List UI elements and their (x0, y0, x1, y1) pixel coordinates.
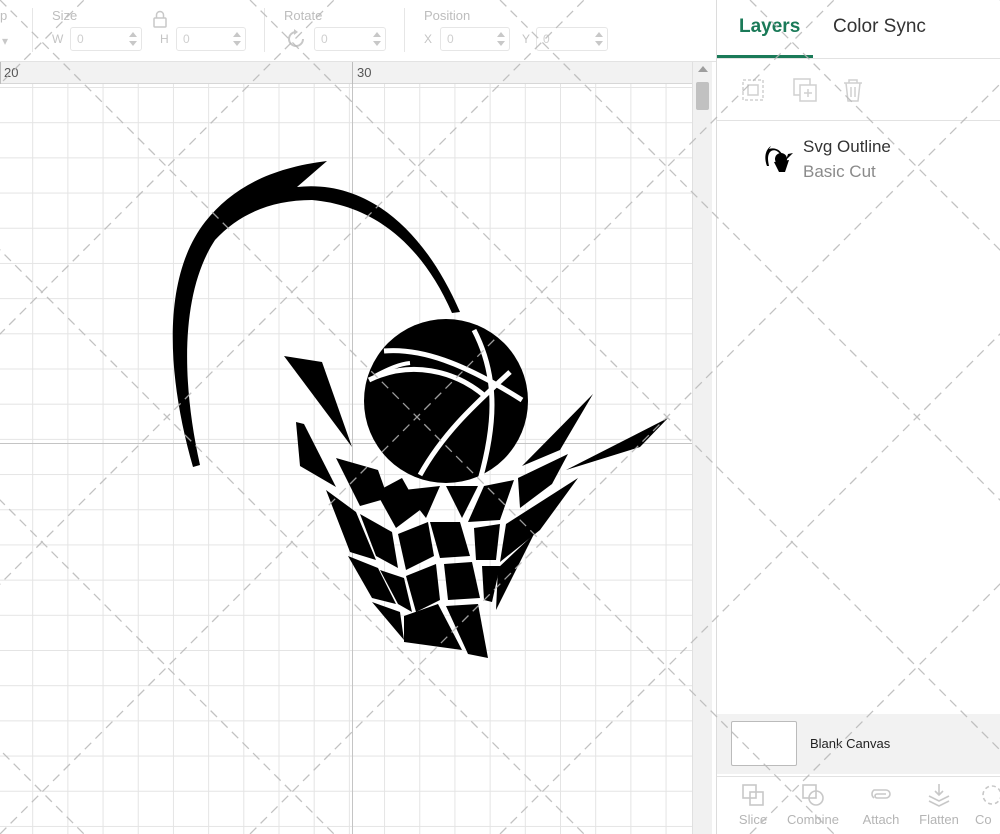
contour-icon (982, 785, 1000, 805)
ruler-mark: 30 (357, 65, 372, 80)
height-input[interactable]: 0 (176, 27, 246, 51)
x-position-value: 0 (447, 32, 454, 46)
vertical-scrollbar[interactable] (692, 62, 712, 834)
rotate-icon (288, 29, 304, 47)
x-label: X (424, 32, 433, 46)
basketball (364, 319, 528, 483)
position-label: Position (424, 8, 471, 23)
basketball-net (326, 454, 578, 658)
width-value: 0 (77, 32, 84, 46)
y-position-value: 0 (543, 32, 550, 46)
height-stepper[interactable] (232, 31, 242, 47)
toolbar-divider (404, 8, 405, 52)
group-icon[interactable] (739, 76, 767, 104)
layer-item[interactable]: Svg Outline Basic Cut (717, 128, 1000, 188)
layer-name: Svg Outline (803, 137, 891, 156)
x-position-stepper[interactable] (496, 31, 506, 47)
top-ruler: 20 30 (0, 62, 692, 84)
scroll-up-arrow-icon[interactable] (698, 66, 708, 72)
size-label: Size (52, 8, 78, 23)
slice-label: Slice (738, 812, 768, 827)
y-position-stepper[interactable] (594, 31, 604, 47)
edit-toolbar: p ▾ Size W 0 H 0 Rotate 0 Position X 0 Y… (0, 0, 716, 62)
attach-icon (871, 789, 891, 799)
blank-canvas-label: Blank Canvas (810, 736, 891, 751)
flatten-icon (928, 784, 950, 807)
ruler-tick (352, 62, 353, 84)
width-stepper[interactable] (128, 31, 138, 47)
ruler-tick (0, 62, 1, 84)
blank-canvas-row[interactable]: Blank Canvas (717, 714, 1000, 774)
basketball-hoop-logo[interactable] (0, 84, 692, 834)
y-position-input[interactable]: 0 (536, 27, 608, 51)
panel-divider (717, 776, 1000, 777)
chevron-down-icon[interactable]: ▾ (2, 34, 8, 48)
canvas-swatch[interactable] (731, 721, 797, 766)
layer-operation-type: Basic Cut (803, 162, 876, 181)
delete-icon[interactable] (839, 76, 867, 104)
rotate-value: 0 (321, 32, 328, 46)
width-label: W (52, 32, 64, 46)
scroll-thumb[interactable] (696, 82, 709, 110)
rotate-label: Rotate (284, 8, 323, 23)
toolbar-divider (264, 8, 265, 52)
flatten-button[interactable]: Flatten (909, 782, 969, 832)
contour-button[interactable]: Co (965, 782, 1000, 832)
ruler-mark: 20 (4, 65, 19, 80)
tab-color-sync[interactable]: Color Sync (833, 16, 926, 38)
combine-icon (802, 784, 824, 806)
tab-layers[interactable]: Layers (739, 16, 800, 38)
layers-panel: Layers Color Sync Svg Outline Basic Cut … (716, 0, 1000, 834)
toolbar-partial-label: p (0, 8, 8, 23)
y-label: Y (522, 32, 531, 46)
width-input[interactable]: 0 (70, 27, 142, 51)
height-label: H (160, 32, 169, 46)
attach-button[interactable]: Attach (851, 782, 911, 832)
combine-button[interactable]: Combine (783, 782, 843, 832)
flatten-label: Flatten (919, 812, 959, 827)
panel-divider (717, 120, 1000, 121)
layer-thumbnail (765, 146, 793, 172)
rotate-stepper[interactable] (372, 31, 382, 47)
panel-divider (717, 58, 1000, 59)
x-position-input[interactable]: 0 (440, 27, 510, 51)
toolbar-divider (32, 8, 33, 52)
rotate-input[interactable]: 0 (314, 27, 386, 51)
height-value: 0 (183, 32, 190, 46)
slice-button[interactable]: Slice (723, 782, 783, 832)
lock-icon[interactable] (152, 10, 168, 28)
duplicate-icon[interactable] (791, 76, 819, 104)
design-canvas[interactable] (0, 84, 692, 834)
attach-label: Attach (862, 812, 900, 827)
contour-label: Co (975, 812, 992, 827)
slice-icon (742, 784, 764, 806)
combine-label: Combine (786, 812, 840, 827)
